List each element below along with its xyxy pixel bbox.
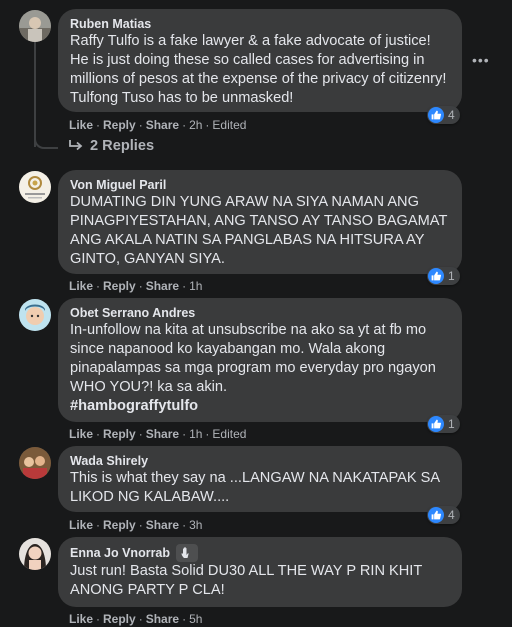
- avatar-von-miguel-paril[interactable]: [19, 171, 51, 203]
- comment-author[interactable]: Von Miguel Paril: [70, 177, 450, 193]
- like-link[interactable]: Like: [69, 279, 93, 293]
- comment-author-row: Enna Jo Vnorrab: [70, 544, 450, 562]
- reaction-summary[interactable]: 4: [427, 506, 460, 524]
- avatar-image: [19, 10, 51, 42]
- avatar-obet-serrano-andres[interactable]: [19, 299, 51, 331]
- edited-label: Edited: [212, 427, 247, 441]
- like-reaction-icon: [428, 507, 444, 523]
- comment-actions: Like · Reply · Share · 5h: [69, 612, 203, 626]
- share-link[interactable]: Share: [146, 118, 179, 132]
- comment-time[interactable]: 1h: [189, 427, 202, 441]
- comment-bubble: Ruben Matias Raffy Tulfo is a fake lawye…: [58, 9, 462, 112]
- reaction-count: 4: [448, 508, 455, 522]
- comment-text: DUMATING DIN YUNG ARAW NA SIYA NAMAN ANG…: [70, 194, 448, 267]
- comment-author[interactable]: Enna Jo Vnorrab: [70, 545, 170, 561]
- comment-author[interactable]: Ruben Matias: [70, 16, 450, 32]
- avatar-image: [19, 299, 51, 331]
- share-link[interactable]: Share: [146, 427, 179, 441]
- reply-link[interactable]: Reply: [103, 612, 136, 626]
- comment-actions: Like · Reply · Share · 1h: [69, 279, 203, 293]
- like-link[interactable]: Like: [69, 518, 93, 532]
- avatar-image: [19, 538, 51, 570]
- more-options-icon[interactable]: •••: [472, 52, 489, 68]
- comment-time[interactable]: 3h: [189, 518, 202, 532]
- comment-text: Just run! Basta Solid DU30 ALL THE WAY P…: [70, 563, 423, 598]
- reaction-count: 1: [448, 417, 455, 431]
- view-replies-button[interactable]: 2 Replies: [68, 138, 154, 154]
- comment-actions: Like · Reply · Share · 3h: [69, 518, 203, 532]
- reply-link[interactable]: Reply: [103, 118, 136, 132]
- reply-link[interactable]: Reply: [103, 427, 136, 441]
- comment-bubble: Obet Serrano Andres In-unfollow na kita …: [58, 298, 462, 422]
- comment-actions: Like · Reply · Share · 1h · Edited: [69, 427, 247, 441]
- avatar-enna-jo-vnorrab[interactable]: [19, 538, 51, 570]
- comment-time[interactable]: 5h: [189, 612, 202, 626]
- comment-text: Raffy Tulfo is a fake lawyer & a fake ad…: [70, 33, 447, 106]
- like-link[interactable]: Like: [69, 118, 93, 132]
- like-reaction-icon: [428, 268, 444, 284]
- avatar-image: [19, 447, 51, 479]
- reaction-count: 1: [448, 269, 455, 283]
- reaction-summary[interactable]: 4: [427, 106, 460, 124]
- reaction-summary[interactable]: 1: [427, 267, 460, 285]
- comment-text: This is what they say na ...LANGAW NA NA…: [70, 470, 440, 505]
- reply-link[interactable]: Reply: [103, 518, 136, 532]
- waving-hand-badge-icon: [176, 544, 199, 562]
- avatar-ruben-matias[interactable]: [19, 10, 51, 42]
- thread-connector-curve: [34, 130, 58, 149]
- comment-bubble: Enna Jo Vnorrab Just run! Basta Solid DU…: [58, 537, 462, 607]
- edited-label: Edited: [212, 118, 247, 132]
- reply-link[interactable]: Reply: [103, 279, 136, 293]
- like-reaction-icon: [428, 107, 444, 123]
- hashtag-link[interactable]: #hambograffytulfo: [70, 397, 450, 416]
- share-link[interactable]: Share: [146, 612, 179, 626]
- comment-bubble: Von Miguel Paril DUMATING DIN YUNG ARAW …: [58, 170, 462, 274]
- replies-label: 2 Replies: [90, 138, 155, 154]
- comment-author[interactable]: Wada Shirely: [70, 453, 450, 469]
- like-link[interactable]: Like: [69, 612, 93, 626]
- share-link[interactable]: Share: [146, 518, 179, 532]
- reply-arrow-icon: [69, 140, 83, 151]
- comment-thread: Ruben Matias Raffy Tulfo is a fake lawye…: [0, 0, 512, 626]
- comment-time[interactable]: 2h: [189, 118, 202, 132]
- avatar-image: [19, 171, 51, 203]
- comment-bubble: Wada Shirely This is what they say na ..…: [58, 446, 462, 512]
- comment-author[interactable]: Obet Serrano Andres: [70, 305, 450, 321]
- comment-time[interactable]: 1h: [189, 279, 202, 293]
- like-link[interactable]: Like: [69, 427, 93, 441]
- reaction-summary[interactable]: 1: [427, 415, 460, 433]
- avatar-wada-shirely[interactable]: [19, 447, 51, 479]
- comment-actions: Like · Reply · Share · 2h · Edited: [69, 118, 247, 132]
- reaction-count: 4: [448, 108, 455, 122]
- share-link[interactable]: Share: [146, 279, 179, 293]
- comment-text-body: In-unfollow na kita at unsubscribe na ak…: [70, 322, 436, 395]
- comment-text: In-unfollow na kita at unsubscribe na ak…: [70, 321, 450, 416]
- like-reaction-icon: [428, 416, 444, 432]
